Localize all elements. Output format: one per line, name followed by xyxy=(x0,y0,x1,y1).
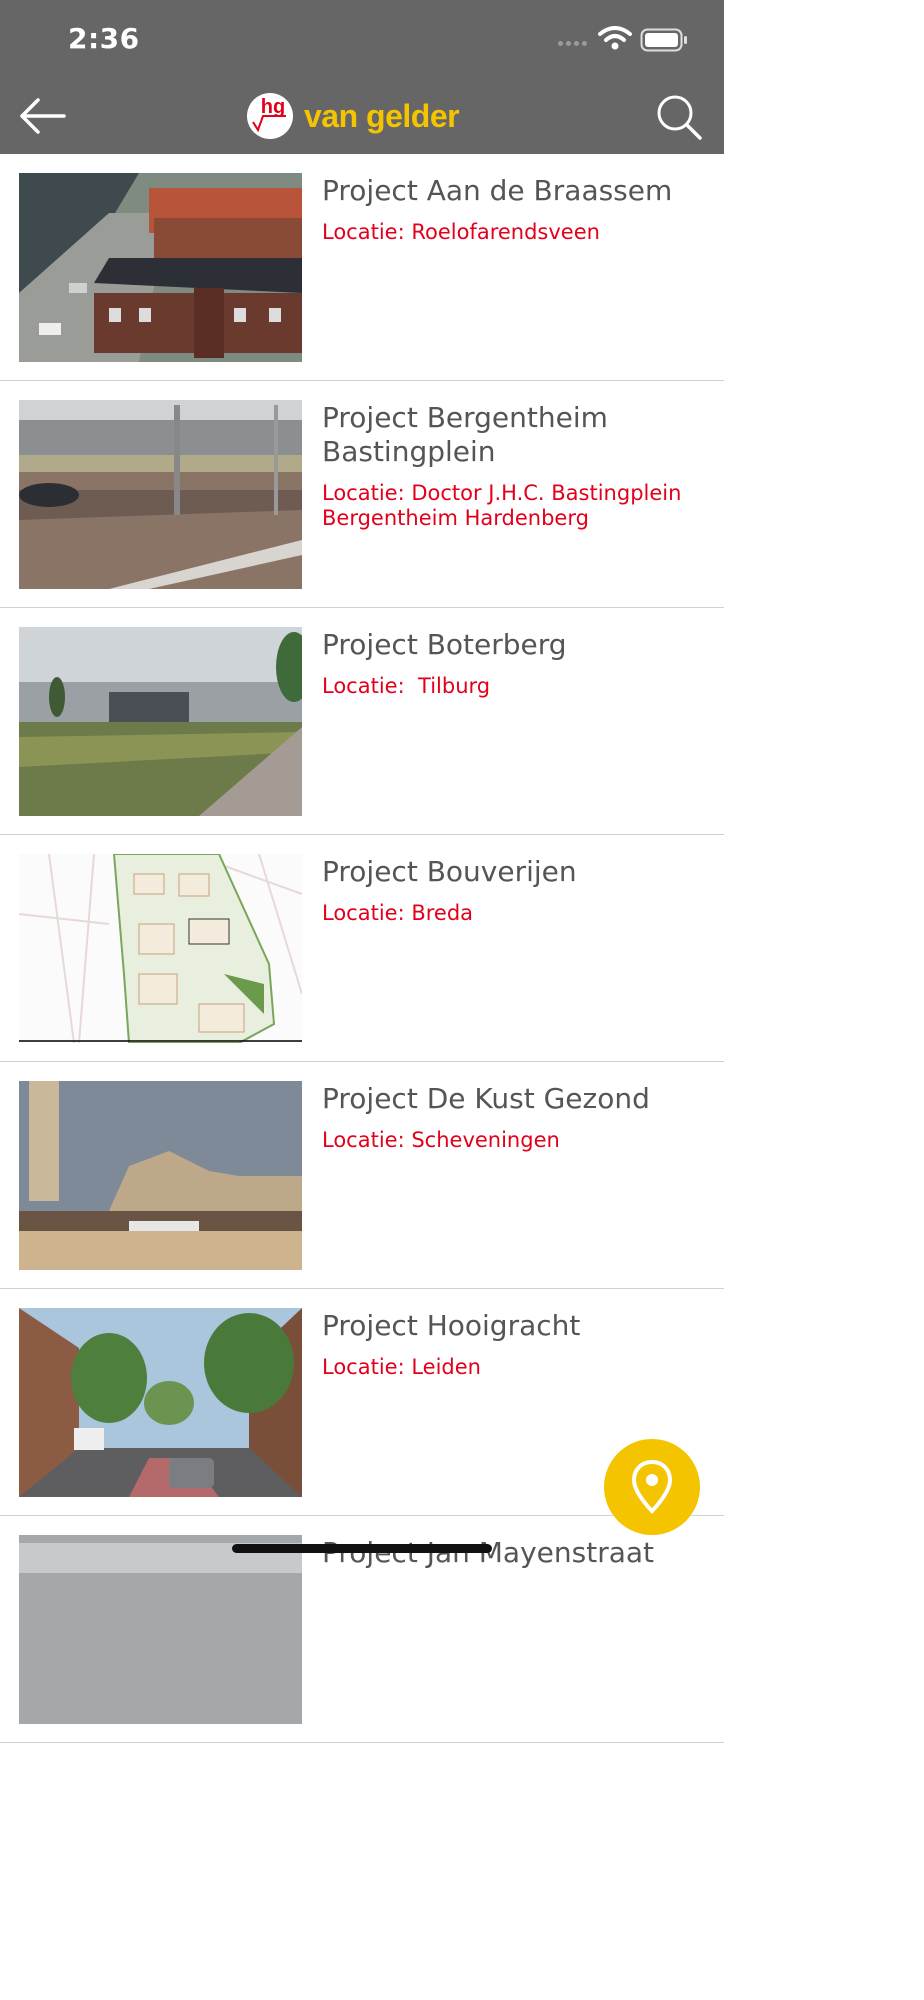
project-location: Locatie: Doctor J.H.C. Bastingplein Berg… xyxy=(322,481,689,530)
project-row[interactable]: Project Bouverijen Locatie: Breda xyxy=(0,835,724,1062)
project-thumbnail xyxy=(19,1535,302,1724)
cellular-signal-icon xyxy=(558,41,587,46)
project-thumbnail xyxy=(19,627,302,816)
project-title: Project Boterberg xyxy=(322,628,567,661)
project-title: Project Hooigracht xyxy=(322,1309,581,1342)
project-title: Project Jan Mayenstraat xyxy=(322,1536,654,1569)
project-location: Locatie: Leiden xyxy=(322,1355,481,1379)
project-thumbnail xyxy=(19,854,302,1043)
map-button[interactable] xyxy=(604,1439,700,1535)
back-arrow-icon[interactable] xyxy=(14,92,68,140)
project-row[interactable]: Project Aan de Braassem Locatie: Roelofa… xyxy=(0,154,724,381)
logo-mark: hg xyxy=(247,93,293,139)
project-location: Locatie: Scheveningen xyxy=(322,1128,560,1152)
project-title: Project Bouverijen xyxy=(322,855,577,888)
battery-icon xyxy=(640,28,687,52)
status-time: 2:36 xyxy=(68,22,140,55)
project-row[interactable]: Project De Kust Gezond Locatie: Scheveni… xyxy=(0,1062,724,1289)
project-thumbnail xyxy=(19,173,302,362)
project-location: Locatie: Roelofarendsveen xyxy=(322,220,600,244)
project-row[interactable]: Project Bergentheim Bastingplein Locatie… xyxy=(0,381,724,608)
project-row[interactable]: Project Boterberg Locatie: Tilburg xyxy=(0,608,724,835)
project-title: Project Aan de Braassem xyxy=(322,174,673,207)
project-location: Locatie: Breda xyxy=(322,901,474,925)
project-title: Project Bergentheim Bastingplein xyxy=(322,401,608,468)
svg-text:hg: hg xyxy=(261,96,285,118)
project-title: Project De Kust Gezond xyxy=(322,1082,650,1115)
project-location: Locatie: Tilburg xyxy=(322,674,491,698)
map-pin-icon xyxy=(631,1459,673,1514)
brand-logo: hg van gelder xyxy=(246,92,460,140)
home-indicator xyxy=(232,1544,492,1553)
search-icon[interactable] xyxy=(654,92,704,142)
wifi-icon xyxy=(598,26,632,50)
logo-text: van gelder xyxy=(304,97,460,134)
project-thumbnail xyxy=(19,400,302,589)
project-thumbnail xyxy=(19,1081,302,1270)
app-header: 2:36 hg van gelder xyxy=(0,0,724,154)
project-thumbnail xyxy=(19,1308,302,1497)
